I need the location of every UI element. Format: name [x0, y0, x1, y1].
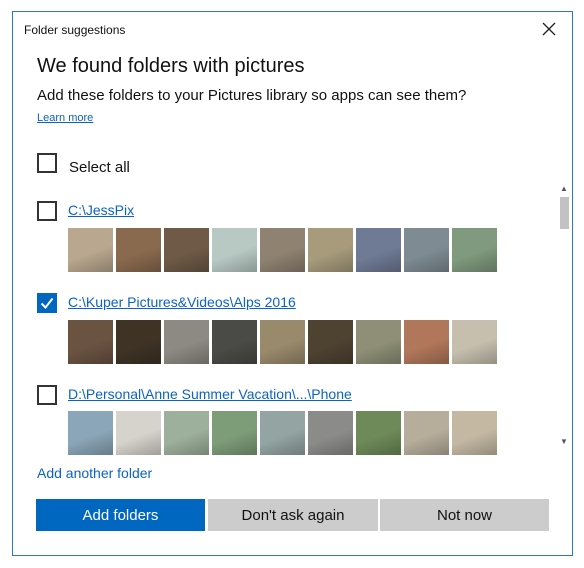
- folder-1-thumbnail-4: [212, 228, 257, 272]
- folder-3-path-link[interactable]: D:\Personal\Anne Summer Vacation\...\Pho…: [68, 386, 352, 402]
- folder-2-thumbnail-1: [68, 320, 113, 364]
- folder-2-path-link[interactable]: C:\Kuper Pictures&Videos\Alps 2016: [68, 294, 296, 310]
- folder-3-thumbnails: [68, 411, 497, 455]
- folder-1-thumbnail-9: [452, 228, 497, 272]
- folder-1-thumbnail-2: [116, 228, 161, 272]
- close-icon: [542, 22, 556, 36]
- folder-3-thumbnail-4: [212, 411, 257, 455]
- folder-1-thumbnail-7: [356, 228, 401, 272]
- folder-3-thumbnail-1: [68, 411, 113, 455]
- folder-3-thumbnail-7: [356, 411, 401, 455]
- folder-2-thumbnail-8: [404, 320, 449, 364]
- folder-1-thumbnail-6: [308, 228, 353, 272]
- scroll-up-arrow-icon[interactable]: ▲: [558, 184, 570, 194]
- folder-2-thumbnail-5: [260, 320, 305, 364]
- select-all-label: Select all: [69, 159, 130, 176]
- folder-3-thumbnail-3: [164, 411, 209, 455]
- folder-3-thumbnail-5: [260, 411, 305, 455]
- scroll-down-arrow-icon[interactable]: ▼: [558, 437, 570, 447]
- folder-list-scrollbar[interactable]: ▲ ▼: [558, 184, 570, 447]
- folder-1-thumbnails: [68, 228, 497, 272]
- folder-2-thumbnails: [68, 320, 497, 364]
- folder-1-thumbnail-1: [68, 228, 113, 272]
- folder-3-thumbnail-8: [404, 411, 449, 455]
- checkmark-icon: [40, 297, 54, 310]
- folder-2-thumbnail-9: [452, 320, 497, 364]
- folder-1-thumbnail-5: [260, 228, 305, 272]
- learn-more-link[interactable]: Learn more: [37, 112, 93, 124]
- folder-3-thumbnail-9: [452, 411, 497, 455]
- folder-1-checkbox[interactable]: [37, 201, 57, 221]
- dont-ask-again-button[interactable]: Don't ask again: [208, 499, 378, 531]
- folder-2-thumbnail-3: [164, 320, 209, 364]
- folder-1-path-link[interactable]: C:\JessPix: [68, 202, 134, 218]
- add-another-folder-link[interactable]: Add another folder: [37, 465, 152, 481]
- folder-1-thumbnail-3: [164, 228, 209, 272]
- not-now-button[interactable]: Not now: [380, 499, 549, 531]
- close-button[interactable]: [540, 20, 558, 38]
- page-title: We found folders with pictures: [37, 55, 305, 77]
- folder-2-thumbnail-7: [356, 320, 401, 364]
- folder-3-thumbnail-2: [116, 411, 161, 455]
- add-folders-button[interactable]: Add folders: [36, 499, 205, 531]
- folder-2-thumbnail-4: [212, 320, 257, 364]
- page-subtitle: Add these folders to your Pictures libra…: [37, 87, 467, 104]
- folder-2-checkbox[interactable]: [37, 293, 57, 313]
- folder-1-thumbnail-8: [404, 228, 449, 272]
- folder-3-thumbnail-6: [308, 411, 353, 455]
- select-all-checkbox[interactable]: [37, 153, 57, 173]
- scrollbar-thumb[interactable]: [560, 197, 569, 229]
- folder-2-thumbnail-6: [308, 320, 353, 364]
- folder-3-checkbox[interactable]: [37, 385, 57, 405]
- window-title: Folder suggestions: [24, 23, 126, 37]
- folder-suggestions-dialog: Folder suggestions We found folders with…: [12, 11, 573, 556]
- folder-2-thumbnail-2: [116, 320, 161, 364]
